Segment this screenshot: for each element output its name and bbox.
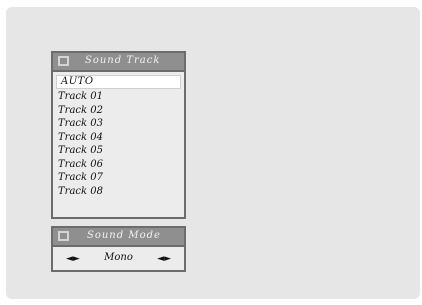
menu-box-icon [58, 231, 69, 241]
track-option-07[interactable]: Track 07 [56, 171, 181, 185]
sound-mode-titlebar: Sound Mode [53, 228, 184, 247]
sound-track-title: Sound Track [85, 55, 161, 66]
track-option-05[interactable]: Track 05 [56, 144, 181, 158]
track-option-04[interactable]: Track 04 [56, 131, 181, 145]
sound-mode-selector[interactable]: ◄► Mono ◄► [53, 247, 184, 272]
track-option-02[interactable]: Track 02 [56, 104, 181, 118]
sound-mode-title: Sound Mode [87, 230, 161, 241]
track-option-08[interactable]: Track 08 [56, 185, 181, 199]
track-option-auto[interactable]: AUTO [56, 75, 181, 89]
track-option-06[interactable]: Track 06 [56, 158, 181, 172]
sound-track-titlebar: Sound Track [53, 53, 184, 72]
track-option-01[interactable]: Track 01 [56, 90, 181, 104]
menu-box-icon [58, 56, 69, 66]
osd-screen: Sound Track AUTO Track 01 Track 02 Track… [6, 7, 420, 299]
sound-mode-panel: Sound Mode ◄► Mono ◄► [51, 226, 186, 272]
arrow-right-icon[interactable]: ◄► [157, 255, 171, 264]
track-list: AUTO Track 01 Track 02 Track 03 Track 04… [53, 72, 184, 198]
track-option-03[interactable]: Track 03 [56, 117, 181, 131]
sound-track-panel: Sound Track AUTO Track 01 Track 02 Track… [51, 51, 186, 219]
